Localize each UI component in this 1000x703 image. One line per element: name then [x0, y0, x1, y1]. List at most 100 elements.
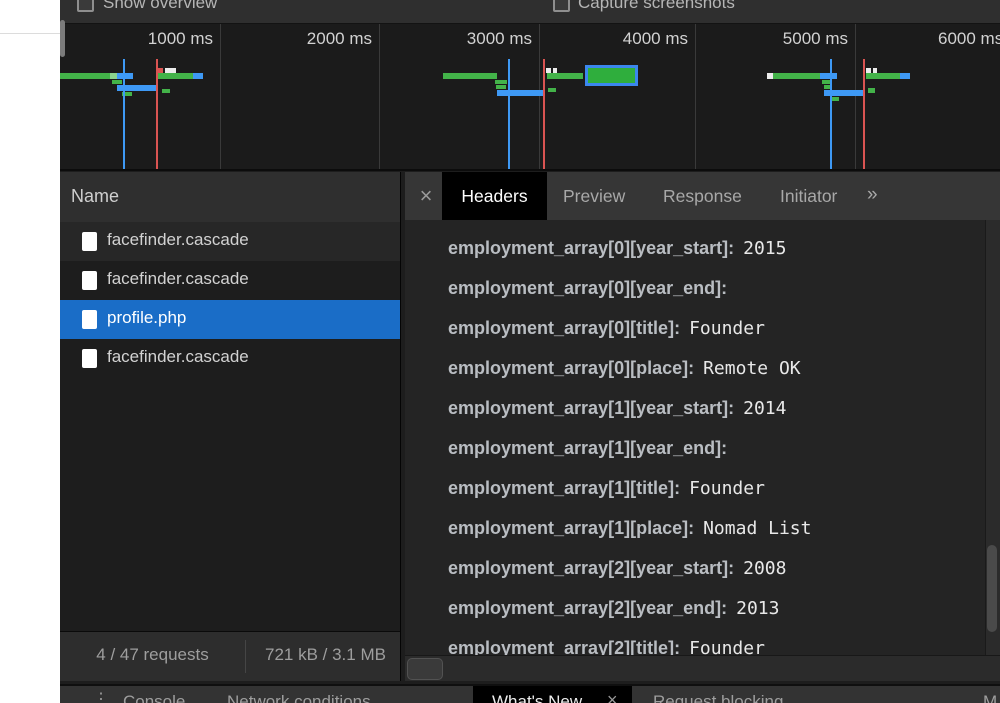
waterfall-bar-green — [443, 73, 497, 79]
summary-divider — [245, 640, 246, 673]
devtools-network-panel: Show overview Capture screenshots 1000 m… — [60, 0, 1000, 703]
devtools-drawer-tabbar: ⋮ Console Network conditions Request block… — [60, 684, 1000, 703]
param-key: employment_array[1][year_end]: — [448, 438, 728, 458]
waterfall-bar-green — [157, 73, 193, 79]
param-key: employment_array[2][year_start]: — [448, 558, 735, 578]
param-value: Nomad List — [703, 518, 812, 539]
param-key: employment_array[0][year_start]: — [448, 238, 735, 258]
tab-headers[interactable]: Headers — [442, 172, 547, 220]
waterfall-bar-green — [495, 80, 507, 84]
drawer-tab-console[interactable]: Console — [123, 692, 185, 703]
drawer-tab-whats-new[interactable]: What's New × — [473, 686, 632, 703]
horizontal-scrollbar[interactable] — [405, 655, 1000, 681]
load-event-line — [156, 59, 158, 169]
param-value: 2013 — [736, 598, 780, 619]
request-row[interactable]: facefinder.cascade — [60, 339, 400, 378]
waterfall-bar-blue — [820, 73, 837, 79]
form-data-param: employment_array[0][place]: Remote OK — [448, 348, 801, 388]
waterfall-bar-green — [868, 88, 875, 93]
network-overview-timeline[interactable]: 1000 ms 2000 ms 3000 ms 4000 ms 5000 ms 6000 … — [60, 24, 1000, 171]
show-overview-label[interactable]: Show overview — [103, 0, 217, 13]
param-value: 2014 — [743, 398, 787, 419]
form-data-param: employment_array[2][title]: Founder — [448, 628, 765, 656]
timeline-grid-divider — [220, 24, 221, 169]
timeline-grid-divider — [379, 24, 380, 169]
timeline-time-label: 3000 ms — [466, 29, 532, 48]
name-column-header[interactable]: Name — [60, 172, 400, 223]
file-icon — [82, 310, 97, 329]
kebab-menu-icon[interactable]: ⋮ — [93, 689, 109, 703]
timeline-grid-divider — [855, 24, 856, 169]
waterfall-bar-green — [866, 73, 900, 79]
waterfall-bar-green — [496, 85, 506, 89]
tab-response[interactable]: Response — [663, 172, 742, 220]
form-data-param: employment_array[1][title]: Founder — [448, 468, 765, 508]
param-value: Founder — [689, 478, 765, 499]
network-toolbar: Show overview Capture screenshots — [60, 0, 1000, 24]
waterfall-bar-green — [832, 97, 839, 101]
param-key: employment_array[2][title]: — [448, 638, 681, 656]
form-data-param: employment_array[0][year_start]: 2015 — [448, 228, 786, 268]
close-icon[interactable]: × — [413, 182, 439, 210]
request-name: profile.php — [107, 308, 187, 327]
requests-count: 4 / 47 requests — [96, 645, 209, 664]
tab-preview[interactable]: Preview — [563, 172, 625, 220]
overview-scrollbar-thumb[interactable] — [60, 20, 65, 57]
vertical-scrollbar-thumb[interactable] — [987, 545, 997, 632]
param-value: 2008 — [743, 558, 787, 579]
param-key: employment_array[1][year_start]: — [448, 398, 735, 418]
selected-request-highlight-box[interactable] — [585, 65, 638, 86]
param-value: Founder — [689, 318, 765, 339]
waterfall-bar-green — [112, 80, 122, 84]
timeline-time-label: 2000 ms — [306, 29, 372, 48]
vertical-scrollbar[interactable] — [985, 220, 1000, 656]
requests-panel: Name facefinder.cascade facefinder.cascad… — [60, 172, 401, 681]
page-background-rule — [0, 33, 60, 34]
request-name: facefinder.cascade — [107, 269, 249, 288]
devtools-screenshot: Show overview Capture screenshots 1000 m… — [0, 0, 1000, 703]
load-event-line — [863, 59, 865, 169]
waterfall-bar-green — [773, 73, 820, 79]
request-row[interactable]: facefinder.cascade — [60, 261, 400, 300]
form-data-param: employment_array[1][year_end]: — [448, 428, 736, 468]
waterfall-bar-blue — [900, 73, 910, 79]
param-key: employment_array[0][title]: — [448, 318, 681, 338]
waterfall-bar-green — [60, 73, 110, 79]
form-data-param: employment_array[0][year_end]: — [448, 268, 736, 308]
show-overview-checkbox[interactable] — [77, 0, 94, 12]
timeline-time-label: 4000 ms — [622, 29, 688, 48]
form-data-param: employment_array[1][place]: Nomad List — [448, 508, 811, 548]
tab-overflow-chevron-icon[interactable]: » — [867, 172, 878, 220]
waterfall-bar-blue — [193, 73, 203, 79]
request-name: facefinder.cascade — [107, 230, 249, 249]
file-icon — [82, 271, 97, 290]
drawer-tab-close-icon[interactable]: × — [607, 690, 618, 703]
request-row[interactable]: facefinder.cascade — [60, 222, 400, 261]
param-key: employment_array[0][place]: — [448, 358, 695, 378]
timeline-grid-divider — [539, 24, 540, 169]
form-data-param: employment_array[2][year_start]: 2008 — [448, 548, 786, 588]
drawer-tab-network-conditions[interactable]: Network conditions — [227, 692, 371, 703]
capture-screenshots-label[interactable]: Capture screenshots — [578, 0, 735, 13]
waterfall-bar-blue — [497, 90, 543, 96]
drawer-tab-request-blocking[interactable]: Request blocking — [653, 692, 783, 703]
details-tabbar: × Headers Preview Response Initiator » — [405, 172, 1000, 220]
domcontentloaded-event-line — [508, 59, 510, 169]
form-data-param: employment_array[1][year_start]: 2014 — [448, 388, 786, 428]
domcontentloaded-event-line — [830, 59, 832, 169]
domcontentloaded-event-line — [123, 59, 125, 169]
capture-screenshots-checkbox[interactable] — [553, 0, 570, 12]
waterfall-bar-green — [822, 80, 830, 84]
drawer-tab-m[interactable]: M — [983, 692, 997, 703]
form-data-param: employment_array[0][title]: Founder — [448, 308, 765, 348]
load-event-line — [543, 59, 545, 169]
param-key: employment_array[1][title]: — [448, 478, 681, 498]
timeline-grid-divider — [695, 24, 696, 169]
drawer-tab-whats-new-label: What's New — [492, 692, 583, 703]
request-row[interactable]: profile.php — [60, 300, 400, 339]
tab-initiator[interactable]: Initiator — [780, 172, 837, 220]
param-key: employment_array[0][year_end]: — [448, 278, 728, 298]
name-column-label: Name — [71, 186, 120, 206]
horizontal-scrollbar-thumb[interactable] — [407, 658, 443, 680]
file-icon — [82, 232, 97, 251]
